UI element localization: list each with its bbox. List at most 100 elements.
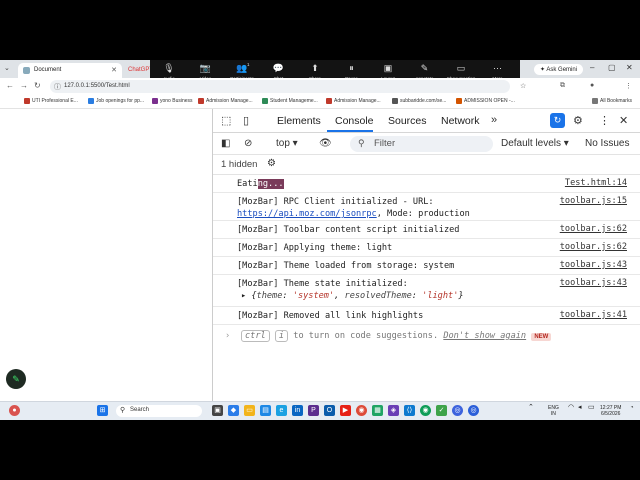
log-text: [MozBar] RPC Client initialized - URL: — [237, 197, 434, 207]
bookmark-item[interactable]: Job openings for pp... — [88, 98, 144, 104]
chrome-icon[interactable]: ◉ — [356, 405, 367, 416]
issues-counter[interactable]: No Issues — [585, 138, 629, 149]
log-levels-dropdown[interactable]: Default levels ▾ — [501, 138, 569, 149]
minimize-icon[interactable]: – — [590, 63, 594, 72]
vscode-purple-icon[interactable]: ◈ — [388, 405, 399, 416]
tab-network[interactable]: Network — [441, 115, 480, 127]
extensions-icon[interactable]: ⧉ — [560, 82, 565, 90]
rpc-url-link[interactable]: https://api.moz.com/jsonrpc — [237, 209, 377, 219]
bookmark-label: yono Business — [160, 98, 193, 104]
site-info-icon[interactable]: ⓘ — [54, 82, 61, 92]
vscode-icon[interactable]: ⟨⟩ — [404, 405, 415, 416]
all-bookmarks[interactable]: All Bookmarks — [592, 98, 632, 104]
live-expression-eye-icon[interactable]: 👁 — [319, 138, 332, 149]
wifi-icon[interactable]: ◠ — [568, 404, 574, 411]
inspect-element-icon[interactable]: ⬚ — [221, 114, 231, 127]
battery-icon[interactable]: ▭ — [588, 404, 595, 411]
settings-gear-icon[interactable]: ⚙ — [573, 114, 583, 127]
notification-bell-icon[interactable]: ◔ — [630, 405, 634, 411]
object-preview[interactable]: ▸ {theme: 'system', resolvedTheme: 'ligh… — [241, 290, 464, 302]
chrome-profile-icon[interactable]: ◉ — [420, 405, 431, 416]
youtube-icon[interactable]: ▶ — [340, 405, 351, 416]
hint-text: to turn on code suggestions. — [293, 331, 439, 341]
tab-chatgpt[interactable]: ChatGPT — [124, 63, 153, 78]
tab-console[interactable]: Console — [335, 115, 374, 127]
console-toolbar: ◧ ⊘ top ▾ 👁 ⚲ Filter Default levels ▾ No… — [213, 133, 640, 155]
forward-icon[interactable]: → — [20, 81, 28, 90]
zoom-icon[interactable]: ◎ — [452, 405, 463, 416]
log-source-link[interactable]: toolbar.js:41 — [560, 310, 627, 320]
back-icon[interactable]: ← — [6, 81, 14, 90]
address-bar: ← → ↻ ⓘ 127.0.0.1:5500/Test.html ☆ ⧉ ● ⋮ — [0, 78, 640, 95]
log-source-link[interactable]: toolbar.js:15 — [560, 196, 627, 206]
context-select[interactable]: top ▾ — [276, 138, 298, 149]
clock[interactable]: 12:27 PM 6/5/2026 — [600, 405, 621, 417]
close-devtools-icon[interactable]: ✕ — [619, 114, 628, 127]
bookmark-item[interactable]: subbaridde.com/se... — [392, 98, 446, 104]
task-view-icon[interactable]: ▣ — [212, 405, 223, 416]
ai-assistance-icon[interactable]: ↻ — [550, 113, 565, 128]
log-source-link[interactable]: toolbar.js:62 — [560, 242, 627, 252]
app-green-icon[interactable]: ✓ — [436, 405, 447, 416]
profile-icon[interactable]: ● — [590, 82, 594, 89]
object-value: 'system' — [292, 291, 335, 301]
log-text: Eati — [237, 179, 258, 189]
url-text: 127.0.0.1:5500/Test.html — [64, 83, 130, 89]
volume-icon[interactable]: ◂ — [578, 404, 582, 411]
bookmark-item[interactable]: Admission Manage... — [326, 98, 381, 104]
filter-input[interactable]: ⚲ Filter — [350, 136, 493, 152]
taskbar-search[interactable]: ⚲ Search — [116, 405, 202, 417]
log-source-link[interactable]: Test.html:14 — [565, 178, 627, 188]
bookmark-item[interactable]: Student Manageme... — [262, 98, 318, 104]
ask-gemini-button[interactable]: ✦ Ask Gemini — [534, 64, 584, 75]
sidebar-toggle-icon[interactable]: ◧ — [221, 138, 230, 149]
log-message: [MozBar] Theme loaded from storage: syst… — [237, 261, 455, 271]
device-toolbar-icon[interactable]: ▯ — [243, 114, 249, 127]
tab-elements[interactable]: Elements — [277, 115, 321, 127]
close-window-icon[interactable]: ✕ — [626, 63, 633, 72]
copilot-icon[interactable]: ◆ — [228, 405, 239, 416]
screen: ⌄ Document ✕ ChatGPT ✦ Ask Gemini – ▢ ✕ … — [0, 60, 640, 420]
url-input[interactable]: ⓘ 127.0.0.1:5500/Test.html — [50, 80, 510, 93]
search-label: Search — [130, 407, 150, 413]
edge-icon[interactable]: e — [276, 405, 287, 416]
bookmark-label: subbaridde.com/se... — [400, 98, 447, 104]
log-source-link[interactable]: toolbar.js:43 — [560, 278, 627, 288]
outlook-icon[interactable]: O — [324, 405, 335, 416]
start-icon[interactable]: ⊞ — [97, 405, 108, 416]
dont-show-again-link[interactable]: Don't show again — [443, 331, 526, 341]
tab-document[interactable]: Document ✕ — [18, 63, 122, 78]
language-indicator[interactable]: ENG IN — [548, 405, 559, 417]
bookmark-label: Job openings for pp... — [96, 98, 145, 104]
clear-console-icon[interactable]: ⊘ — [244, 138, 252, 149]
participants-count: 1 — [247, 62, 250, 67]
more-options-icon[interactable]: ⋮ — [599, 114, 610, 127]
log-source-link[interactable]: toolbar.js:43 — [560, 260, 627, 270]
bookmark-item[interactable]: yono Business — [152, 98, 193, 104]
menu-icon[interactable]: ⋮ — [625, 82, 632, 90]
console-settings-gear-icon[interactable]: ⚙ — [267, 158, 276, 169]
sheets-icon[interactable]: ▦ — [372, 405, 383, 416]
pen-tool-icon[interactable]: ✎ — [6, 369, 26, 389]
bookmark-item[interactable]: Admission Manage... — [198, 98, 253, 104]
tab-sources[interactable]: Sources — [388, 115, 427, 127]
devtools-panel: ⬚ ▯ Elements Console Sources Network » ↻… — [212, 109, 640, 401]
console-prompt[interactable]: › ctrl i to turn on code suggestions. Do… — [213, 328, 640, 346]
tab-search-icon[interactable]: ⌄ — [4, 64, 10, 72]
more-tabs-icon[interactable]: » — [491, 114, 497, 126]
log-source-link[interactable]: toolbar.js:62 — [560, 224, 627, 234]
tray-overflow-icon[interactable]: ⌃ — [528, 404, 534, 411]
bookmark-favicon — [88, 98, 94, 104]
file-explorer-icon[interactable]: ▭ — [244, 405, 255, 416]
bookmark-item[interactable]: UTI Professional E... — [24, 98, 78, 104]
maximize-icon[interactable]: ▢ — [608, 63, 616, 72]
app-blue-icon[interactable]: ◎ — [468, 405, 479, 416]
reload-icon[interactable]: ↻ — [34, 81, 41, 90]
widgets-icon[interactable]: ● — [9, 405, 20, 416]
linkedin-icon[interactable]: in — [292, 405, 303, 416]
bookmark-item[interactable]: ADMISSION OPEN -... — [456, 98, 515, 104]
bookmark-star-icon[interactable]: ☆ — [520, 82, 526, 90]
store-icon[interactable]: ▤ — [260, 405, 271, 416]
close-tab-icon[interactable]: ✕ — [111, 66, 117, 74]
phonepe-icon[interactable]: P — [308, 405, 319, 416]
